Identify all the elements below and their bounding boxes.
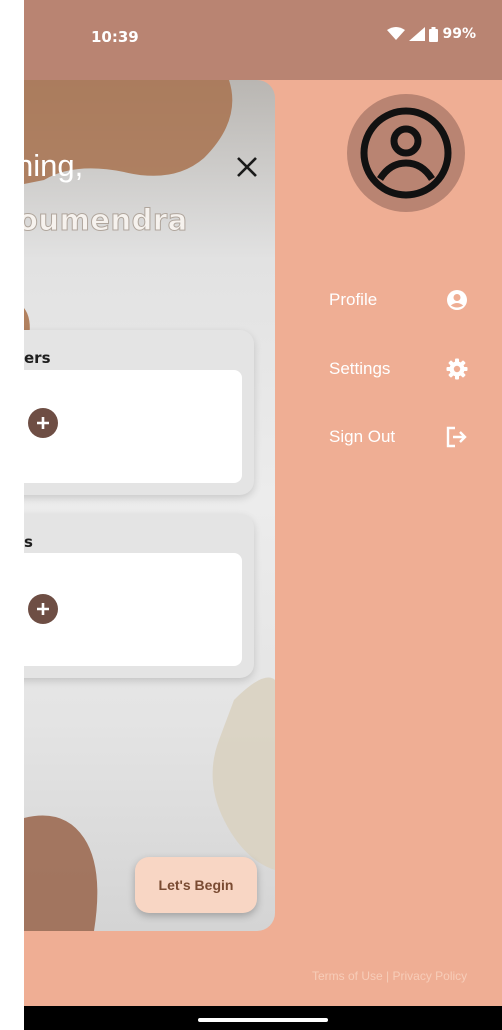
menu-item-sign-out[interactable]: Sign Out [329,419,479,455]
section-card-second: s [24,514,254,678]
app-screen: 10:39 99% ning, oumendra ers s Let's Beg… [24,0,502,1030]
battery-icon [429,26,439,42]
menu-item-settings[interactable]: Settings [329,351,479,387]
privacy-policy-link[interactable]: Privacy Policy [393,969,468,983]
lets-begin-button[interactable]: Let's Begin [135,857,257,913]
menu-item-label: Sign Out [329,427,396,446]
add-button[interactable] [28,594,58,624]
avatar[interactable] [347,94,465,212]
close-icon [237,157,257,177]
bottom-left-decor-blob [24,815,98,931]
status-time: 10:39 [91,28,139,46]
close-drawer-button[interactable] [230,150,264,184]
navigation-bar [24,1006,502,1030]
menu-item-label: Profile [329,290,378,309]
battery-percent: 99% [442,26,476,42]
section-title: s [24,533,33,551]
status-icons: 99% [387,26,476,42]
user-avatar-icon [360,107,452,199]
plus-icon [37,417,49,429]
wifi-icon [387,27,406,40]
menu-item-profile[interactable]: Profile [329,282,479,318]
add-button[interactable] [28,408,58,438]
legal-separator: | [386,969,390,983]
section-title: ers [24,349,51,367]
gear-icon [444,356,470,382]
menu-item-label: Settings [329,359,391,378]
signal-icon [409,27,426,41]
plus-icon [37,603,49,615]
logout-icon [444,424,470,450]
legal-links: Terms of Use | Privacy Policy [312,969,467,983]
terms-of-use-link[interactable]: Terms of Use [312,969,383,983]
status-bar: 10:39 99% [24,0,502,80]
account-circle-icon [444,287,470,313]
section-card-first: ers [24,330,254,495]
home-gesture-handle[interactable] [198,1018,328,1022]
greeting-text: ning, [24,148,84,183]
username-text: oumendra [24,203,188,238]
home-screen-card: ning, oumendra ers s Let's Begin [24,80,275,931]
bottom-right-decor-blob [212,677,275,870]
